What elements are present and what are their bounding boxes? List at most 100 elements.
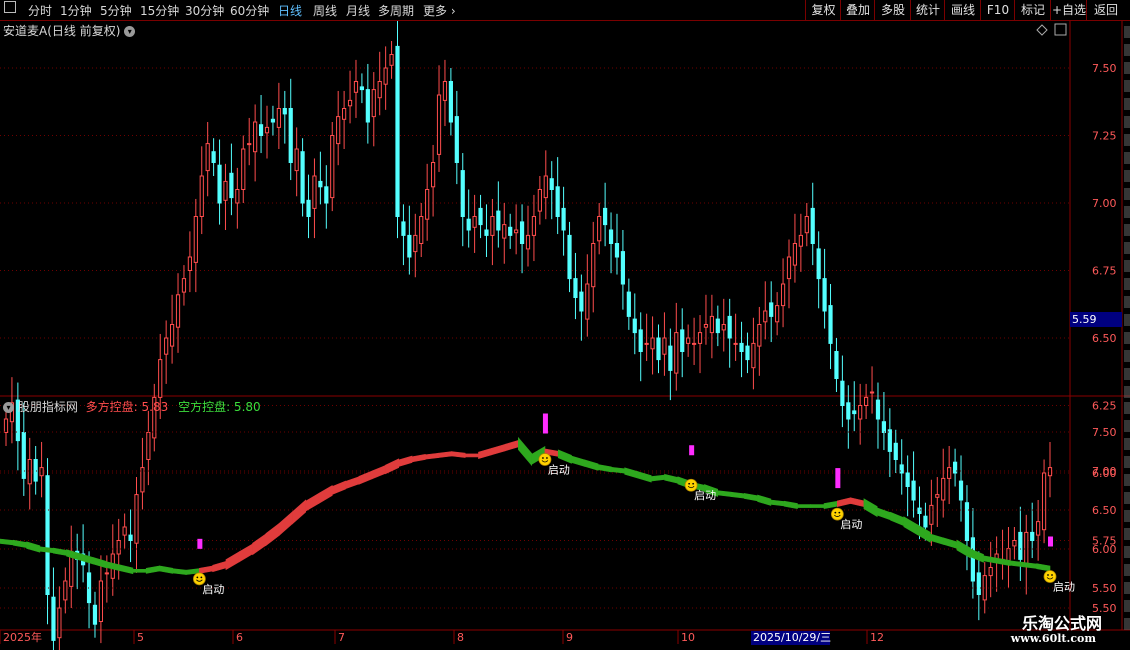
candle-body: [893, 442, 898, 460]
strip-glyph: [1124, 564, 1130, 576]
band-segment: [611, 466, 625, 474]
candle-body: [970, 537, 975, 582]
band-segment: [650, 474, 665, 482]
toolbar-button-3[interactable]: 统计: [910, 0, 945, 20]
candle-body: [324, 186, 329, 204]
candle-body: [614, 243, 620, 258]
candle-body: [988, 567, 993, 577]
toolbar-button-4[interactable]: 画线: [944, 0, 981, 20]
toolbar-button-5[interactable]: F10: [980, 0, 1015, 20]
candle-body: [241, 148, 246, 190]
candle-body: [395, 45, 400, 218]
smiley-eye: [200, 576, 203, 579]
signal-bar: [689, 445, 695, 456]
candle-body: [466, 218, 471, 231]
candle-body: [1030, 531, 1035, 542]
date-label: 7: [338, 631, 345, 644]
candle-body: [175, 294, 181, 328]
candle-body: [205, 143, 210, 172]
candle-body: [318, 180, 323, 188]
menu-icon[interactable]: [4, 1, 16, 16]
band-segment: [345, 476, 360, 490]
band-segment: [132, 569, 147, 573]
band-segment: [172, 568, 187, 575]
strip-glyph: [1124, 618, 1130, 630]
band-segment: [491, 443, 506, 456]
band-segment: [903, 516, 918, 536]
toolbar-button-6[interactable]: 标记: [1014, 0, 1051, 20]
band-segment: [797, 504, 812, 508]
period-tab-6[interactable]: 日线: [278, 2, 302, 19]
candle-body: [359, 86, 365, 91]
candle-body: [478, 207, 483, 226]
candles: [3, 20, 1053, 650]
candle-body: [169, 324, 175, 347]
band-segment: [478, 447, 493, 460]
candle-body: [703, 324, 709, 328]
candle-body: [158, 359, 163, 398]
strip-glyph: [1124, 80, 1130, 92]
chevron-down-icon[interactable]: ▾: [124, 26, 136, 37]
band-segment: [783, 500, 798, 510]
band-segment: [278, 511, 293, 537]
candle-body: [490, 216, 495, 236]
price-tick-label: 6.25: [1092, 400, 1117, 413]
indicator-name[interactable]: 股朋指标网: [18, 400, 78, 414]
candle-body: [51, 596, 56, 641]
signal-bar: [835, 468, 841, 489]
indicator-tick-label: 7.00: [1092, 465, 1117, 478]
smiley-eye: [546, 457, 548, 459]
strip-glyph: [1124, 582, 1130, 594]
band-segment: [624, 467, 639, 479]
signal-bar: [197, 538, 203, 549]
candle-body: [211, 151, 216, 163]
candle-body: [347, 99, 353, 107]
period-tab-2[interactable]: 5分钟: [100, 2, 132, 19]
strip-glyph: [1124, 600, 1130, 612]
watermark-url: www.60lt.com: [1010, 632, 1096, 645]
candle-body: [377, 81, 382, 99]
candle-body: [484, 229, 489, 236]
period-tab-8[interactable]: 月线: [346, 2, 370, 19]
strip-glyph: [1124, 402, 1130, 414]
date-label: 10: [681, 631, 695, 644]
candle-body: [828, 305, 833, 344]
candle-body: [543, 175, 548, 199]
strip-glyph: [1124, 456, 1130, 468]
period-tab-4[interactable]: 30分钟: [185, 2, 224, 19]
chevron-down-icon[interactable]: ▾: [3, 402, 14, 413]
period-tab-5[interactable]: 60分钟: [230, 2, 269, 19]
period-tab-7[interactable]: 周线: [313, 2, 337, 19]
candle-body: [1041, 472, 1047, 531]
candle-body: [798, 234, 803, 247]
period-tab-10[interactable]: 更多 ›: [423, 2, 456, 19]
candle-body: [929, 504, 934, 525]
candle-body: [383, 67, 388, 85]
period-tab-0[interactable]: 分时: [28, 2, 52, 19]
date-label: 2025年: [3, 630, 42, 644]
toolbar-button-0[interactable]: 复权: [805, 0, 841, 20]
toolbar-button-8[interactable]: 返回: [1086, 0, 1125, 20]
smiley-eye: [542, 457, 544, 459]
period-tab-3[interactable]: 15分钟: [140, 2, 179, 19]
candle-body: [247, 143, 252, 146]
strip-glyph: [1124, 98, 1130, 110]
toolbar-button-1[interactable]: 叠加: [840, 0, 875, 20]
toolbar-button-2[interactable]: 多股: [874, 0, 911, 20]
candle-body: [92, 604, 98, 625]
candle-body: [1047, 467, 1053, 477]
band-segment: [145, 565, 160, 574]
smiley-eye: [688, 482, 691, 485]
period-tab-1[interactable]: 1分钟: [60, 2, 92, 19]
strip-glyph: [1124, 510, 1130, 522]
right-info-strip: [1124, 26, 1130, 630]
candle-body: [941, 477, 946, 501]
band-segment: [863, 498, 878, 518]
strip-glyph: [1124, 224, 1130, 236]
band-segment: [225, 551, 240, 571]
toolbar-button-7[interactable]: +自选: [1050, 0, 1087, 20]
candle-body: [727, 315, 732, 339]
period-tab-9[interactable]: 多周期: [378, 2, 414, 19]
candle-body: [502, 224, 507, 239]
candle-body: [899, 464, 904, 474]
